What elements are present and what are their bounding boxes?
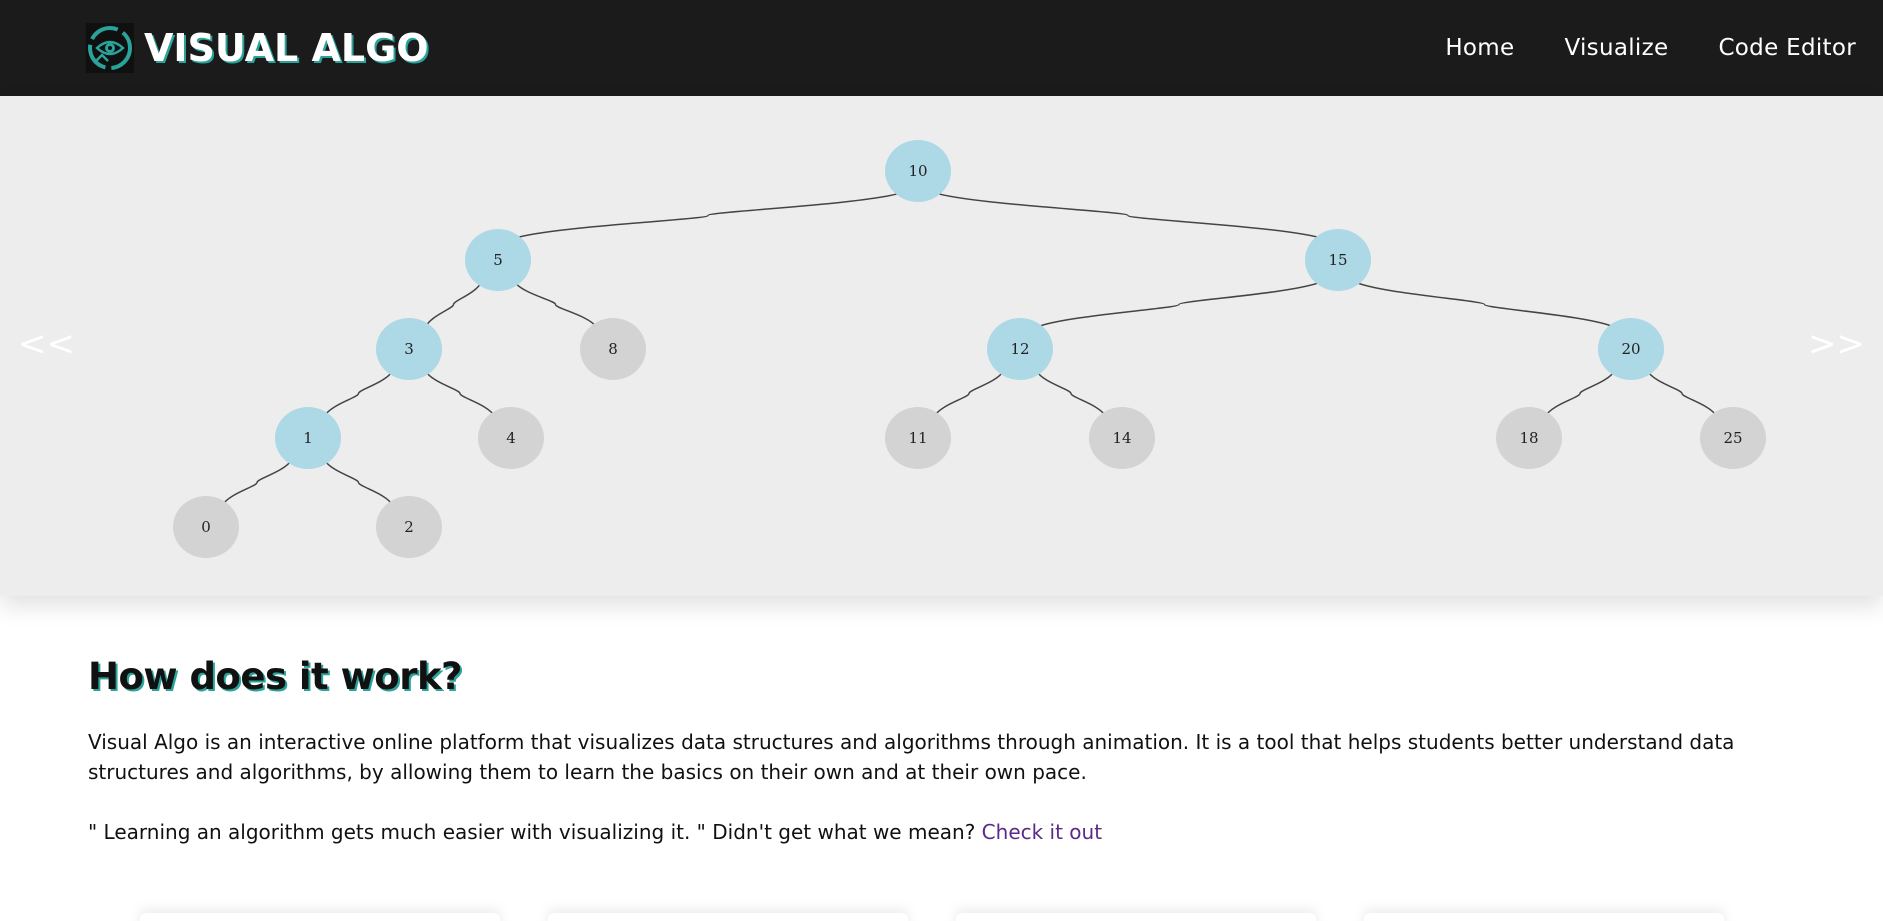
tree-node-label: 18 — [1519, 429, 1538, 447]
tree-edge — [221, 459, 293, 506]
feature-cards — [0, 905, 1883, 921]
tree-edge — [514, 191, 902, 240]
tree-edge — [934, 191, 1322, 240]
tree-node-20[interactable]: 20 — [1598, 318, 1664, 380]
tree-edge — [1036, 281, 1322, 328]
nav-code-editor[interactable]: Code Editor — [1718, 35, 1856, 61]
quote-line: " Learning an algorithm gets much easier… — [88, 817, 1808, 847]
tree-node-3[interactable]: 3 — [376, 318, 442, 380]
tree-node-label: 0 — [201, 518, 211, 536]
tree-edge — [1544, 370, 1616, 417]
tree-node-8[interactable]: 8 — [580, 318, 646, 380]
eye-icon — [86, 23, 134, 73]
tree-node-label: 2 — [404, 518, 414, 536]
tree-edge — [513, 281, 598, 328]
tree-node-10[interactable]: 10 — [885, 140, 951, 202]
tree-node-label: 10 — [908, 162, 927, 180]
tree-node-label: 4 — [506, 429, 516, 447]
nav-visualize[interactable]: Visualize — [1564, 35, 1668, 61]
main-nav: Home Visualize Code Editor — [1395, 0, 1856, 96]
tree-node-0[interactable]: 0 — [173, 496, 239, 558]
tree-node-label: 1 — [303, 429, 313, 447]
tree-node-12[interactable]: 12 — [987, 318, 1053, 380]
tree-node-label: 11 — [908, 429, 927, 447]
tree-node-label: 5 — [493, 251, 503, 269]
tree-node-18[interactable]: 18 — [1496, 407, 1562, 469]
tree-node-label: 25 — [1723, 429, 1742, 447]
carousel-next-button[interactable]: >> — [1808, 324, 1865, 364]
brand-logo[interactable]: VISUAL ALGO — [86, 23, 429, 73]
feature-card[interactable] — [140, 913, 500, 921]
feature-card[interactable] — [548, 913, 908, 921]
tree-edge — [1035, 370, 1107, 417]
tree-node-11[interactable]: 11 — [885, 407, 951, 469]
tree-node-label: 8 — [608, 340, 618, 358]
how-it-works-section: How does it work? Visual Algo is an inte… — [88, 655, 1808, 847]
tree-node-label: 12 — [1010, 340, 1029, 358]
carousel-prev-button[interactable]: << — [18, 324, 75, 364]
tree-node-label: 3 — [404, 340, 414, 358]
feature-card[interactable] — [956, 913, 1316, 921]
feature-card[interactable] — [1364, 913, 1724, 921]
tree-edge — [323, 459, 394, 506]
hero-visualization: 10 5 15 3 8 12 20 1 4 11 14 18 25 0 2 << >> — [0, 96, 1883, 596]
binary-tree-diagram: 105 153 8 12 201 4 11 14 18 250 2 — [173, 140, 1766, 558]
tree-node-2[interactable]: 2 — [376, 496, 442, 558]
navbar: VISUAL ALGO Home Visualize Code Editor — [0, 0, 1883, 96]
description-paragraph: Visual Algo is an interactive online pla… — [88, 730, 1735, 784]
quote-text: " Learning an algorithm gets much easier… — [88, 820, 982, 844]
tree-edge — [933, 370, 1005, 417]
tree-node-1[interactable]: 1 — [275, 407, 341, 469]
brand-name: VISUAL ALGO — [144, 26, 429, 70]
section-title: How does it work? — [88, 655, 463, 698]
nav-home[interactable]: Home — [1445, 35, 1514, 61]
tree-node-4[interactable]: 4 — [478, 407, 544, 469]
tree-node-5[interactable]: 5 — [465, 229, 531, 291]
tree-edge — [424, 370, 496, 417]
tree-edge — [424, 281, 483, 328]
tree-edge — [323, 370, 394, 417]
tree-node-25[interactable]: 25 — [1700, 407, 1766, 469]
tree-node-14[interactable]: 14 — [1089, 407, 1155, 469]
tree-edge — [1354, 281, 1615, 328]
tree-node-15[interactable]: 15 — [1305, 229, 1371, 291]
tree-node-label: 14 — [1112, 429, 1131, 447]
check-it-out-link[interactable]: Check it out — [982, 820, 1102, 844]
tree-node-label: 15 — [1328, 251, 1347, 269]
tree-node-label: 20 — [1621, 340, 1640, 358]
tree-edge — [1646, 370, 1718, 417]
